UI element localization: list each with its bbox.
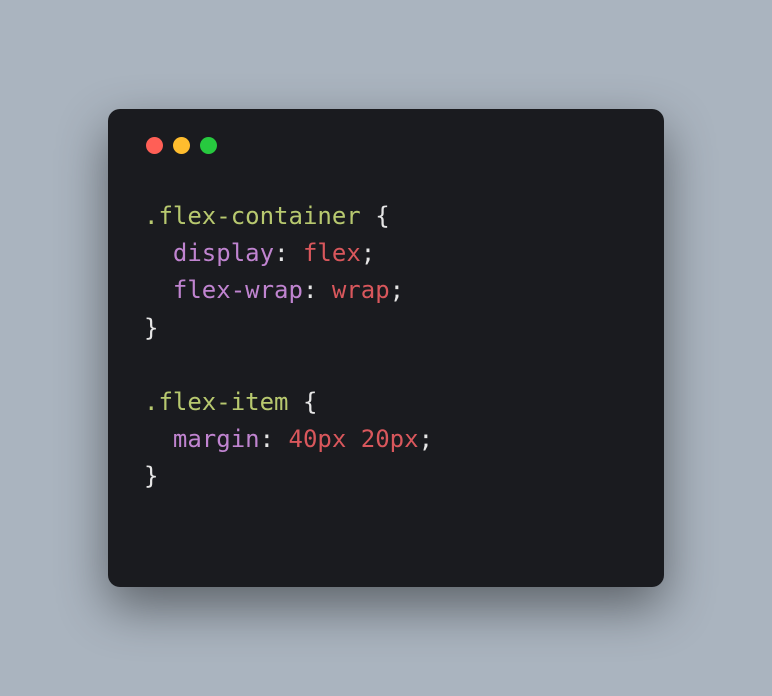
open-brace: { (289, 388, 318, 416)
code-block: .flex-container { display: flex; flex-wr… (144, 198, 628, 496)
css-property: flex-wrap (173, 276, 303, 304)
css-selector: .flex-item (144, 388, 289, 416)
semicolon: ; (390, 276, 404, 304)
traffic-lights (146, 137, 628, 154)
semicolon: ; (419, 425, 433, 453)
indent (144, 425, 173, 453)
css-property: margin (173, 425, 260, 453)
css-property: display (173, 239, 274, 267)
indent (144, 239, 173, 267)
semicolon: ; (361, 239, 375, 267)
maximize-icon[interactable] (200, 137, 217, 154)
minimize-icon[interactable] (173, 137, 190, 154)
open-brace: { (361, 202, 390, 230)
close-icon[interactable] (146, 137, 163, 154)
code-window: .flex-container { display: flex; flex-wr… (108, 109, 664, 587)
css-value: wrap (332, 276, 390, 304)
css-value: 40px 20px (289, 425, 419, 453)
indent (144, 276, 173, 304)
css-value: flex (303, 239, 361, 267)
close-brace: } (144, 314, 158, 342)
colon: : (303, 276, 332, 304)
colon: : (274, 239, 303, 267)
css-selector: .flex-container (144, 202, 361, 230)
close-brace: } (144, 462, 158, 490)
colon: : (260, 425, 289, 453)
